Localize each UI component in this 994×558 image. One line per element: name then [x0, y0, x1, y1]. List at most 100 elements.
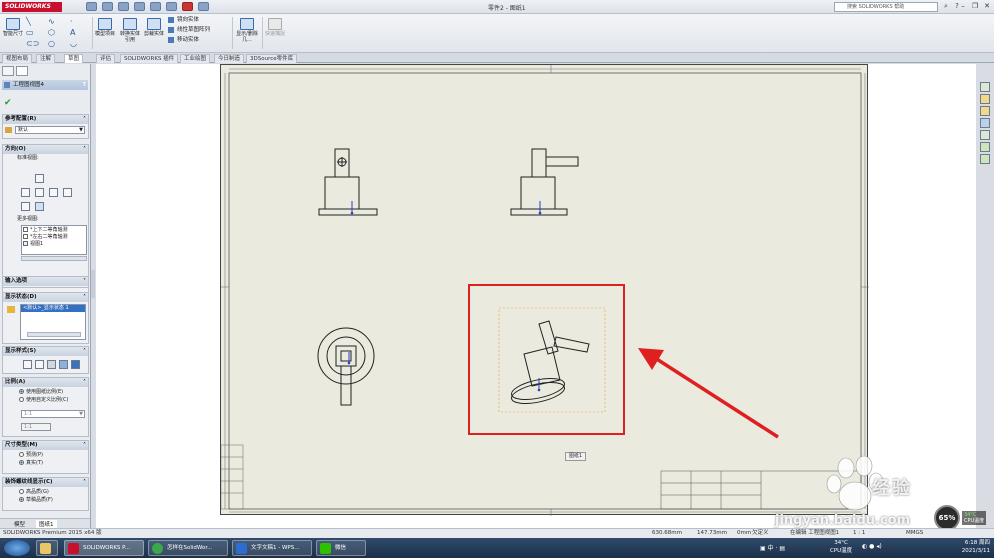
tab-industrial[interactable]: 工业绘图	[180, 54, 211, 63]
arc-icon[interactable]: ◡	[70, 38, 92, 49]
new-document-icon[interactable]	[86, 2, 97, 11]
chevron-up-icon[interactable]: ˄	[83, 145, 86, 154]
line-icon[interactable]: ╲	[26, 16, 48, 27]
section-header[interactable]: 参考配置(R) ˄	[3, 115, 88, 124]
text-icon[interactable]: A	[70, 27, 92, 38]
smart-dimension-button[interactable]: 智能尺寸	[2, 18, 24, 37]
shaded-edges-button[interactable]	[59, 360, 68, 369]
close-button[interactable]: ✕	[982, 1, 992, 11]
back-view-button[interactable]	[63, 188, 72, 197]
tab-today-mfg[interactable]: 今日制造	[214, 54, 245, 63]
start-button[interactable]	[4, 540, 30, 556]
radio-button[interactable]	[19, 460, 24, 465]
search-magnifier-icon[interactable]: ⌕	[942, 2, 950, 11]
open-folder-icon[interactable]	[102, 2, 113, 11]
chevron-up-icon[interactable]: ˄	[83, 478, 86, 487]
polygon-icon[interactable]: ⬡	[48, 27, 70, 38]
pinned-app-explorer[interactable]	[36, 540, 58, 556]
tab-model[interactable]: 模型	[14, 520, 25, 528]
reference-config-select[interactable]: 默认 ▼	[15, 126, 85, 134]
dim-option-true[interactable]: 真实(T)	[3, 459, 88, 467]
chevron-up-icon[interactable]: ˄	[83, 115, 86, 124]
taskbar-item-browser[interactable]: 怎样在SolidWor...	[148, 540, 228, 556]
quick-snaps-button[interactable]: 快速捕捉	[264, 18, 286, 37]
convert-entities-button[interactable]: 转换实体引用	[119, 18, 141, 43]
isometric-view-button[interactable]	[21, 202, 30, 211]
chevron-down-icon[interactable]: ˅	[83, 277, 86, 286]
rectangle-icon[interactable]: ▭	[26, 27, 48, 38]
home-task-icon[interactable]	[980, 82, 990, 92]
shaded-button[interactable]	[71, 360, 80, 369]
appearances-icon[interactable]	[980, 130, 990, 140]
restore-button[interactable]: ❐	[970, 1, 980, 11]
taskbar-item-solidworks[interactable]: SOLIDWORKS P...	[64, 540, 144, 556]
front-view-button[interactable]	[21, 188, 30, 197]
system-clock[interactable]: 6:18 周四 2021/3/11	[962, 539, 990, 555]
wireframe-style-button[interactable]	[23, 360, 32, 369]
unit-system[interactable]: MMGS	[906, 529, 923, 538]
solidworks-logo[interactable]: SOLIDWORKS	[2, 2, 62, 12]
chevron-up-icon[interactable]: ˄	[83, 293, 86, 302]
left-view-button[interactable]	[35, 188, 44, 197]
list-item[interactable]: 视图1	[23, 241, 85, 248]
mirror-entities-button[interactable]: 镜向实体	[168, 16, 199, 24]
print-icon[interactable]	[134, 2, 145, 11]
checkbox[interactable]	[23, 227, 28, 232]
tray-app-icon[interactable]: ▣	[760, 545, 766, 552]
section-header[interactable]: 输入选项 ˅	[3, 277, 88, 286]
model-items-button[interactable]: 模型项目	[94, 18, 116, 37]
radio-button[interactable]	[19, 389, 24, 394]
tray-cpu-temp[interactable]: 34°C CPU温度	[830, 539, 852, 555]
network-icon[interactable]: ▤	[779, 545, 785, 552]
select-icon[interactable]	[166, 2, 177, 11]
section-header[interactable]: 尺寸类型(M) ˄	[3, 441, 88, 450]
linear-pattern-button[interactable]: 线性草图阵列	[168, 26, 210, 34]
list-item[interactable]: *上下二等角轴测	[23, 227, 85, 234]
checkbox[interactable]	[23, 234, 28, 239]
custom-scale-input[interactable]: 1:1	[21, 423, 51, 431]
radio-button[interactable]	[19, 452, 24, 457]
horizontal-scrollbar[interactable]	[27, 332, 81, 337]
options-icon[interactable]	[198, 2, 209, 11]
sheet-label[interactable]: 图纸1	[565, 452, 587, 461]
tab-3dsource[interactable]: 3DSource零件库	[246, 54, 298, 63]
speaker-icon[interactable]: ◂)	[876, 543, 881, 550]
panel-splitter[interactable]	[91, 270, 95, 298]
circle-icon[interactable]: ○	[48, 38, 70, 49]
undo-icon[interactable]	[150, 2, 161, 11]
spline-icon[interactable]: ∿	[48, 16, 70, 27]
chevron-up-icon[interactable]: ˄	[83, 347, 86, 356]
section-header[interactable]: 方向(O) ˄	[3, 145, 88, 154]
thread-option-draft[interactable]: 草稿品质(F)	[3, 496, 88, 504]
scale-option-sheet[interactable]: 使用图纸比例(E)	[3, 387, 88, 396]
view-palette-icon[interactable]	[980, 118, 990, 128]
list-item[interactable]: *左右二等角轴测	[23, 234, 85, 241]
language-indicator[interactable]: 中	[768, 545, 774, 552]
help-button[interactable]: ?	[83, 80, 86, 90]
show-hide-relations-button[interactable]: 显示/删除几...	[236, 18, 258, 43]
dim-option-projected[interactable]: 预测(P)	[3, 450, 88, 459]
scale-option-custom[interactable]: 使用自定义比例(C)	[3, 396, 88, 404]
save-icon[interactable]	[118, 2, 129, 11]
ok-checkmark-button[interactable]: ✔	[4, 98, 12, 108]
radio-button[interactable]	[19, 489, 24, 494]
volume-icon[interactable]: ◐	[862, 543, 867, 550]
tab-evaluate[interactable]: 评估	[96, 54, 116, 63]
right-view-button[interactable]	[49, 188, 58, 197]
feature-tree-tab[interactable]	[2, 66, 14, 76]
minimize-button[interactable]: –	[958, 1, 968, 11]
chevron-up-icon[interactable]: ˄	[83, 378, 86, 387]
point-icon[interactable]: ·	[70, 16, 92, 27]
checkbox[interactable]	[23, 241, 28, 246]
hidden-lines-removed-button[interactable]	[47, 360, 56, 369]
chevron-up-icon[interactable]: ˄	[83, 441, 86, 450]
tab-view-layout[interactable]: 视图布局	[2, 54, 33, 63]
radio-button[interactable]	[19, 497, 24, 502]
top-view-button[interactable]	[35, 174, 44, 183]
tab-sheet1[interactable]: 图纸1	[36, 520, 57, 528]
list-item[interactable]: <默认>_显示状态 1	[21, 305, 85, 312]
section-header[interactable]: 显示状态(D) ˄	[3, 293, 88, 302]
forum-icon[interactable]	[980, 154, 990, 164]
slot-icon[interactable]: ⊂⊃	[26, 38, 48, 49]
tab-solidworks-addins[interactable]: SOLIDWORKS 插件	[120, 54, 179, 63]
